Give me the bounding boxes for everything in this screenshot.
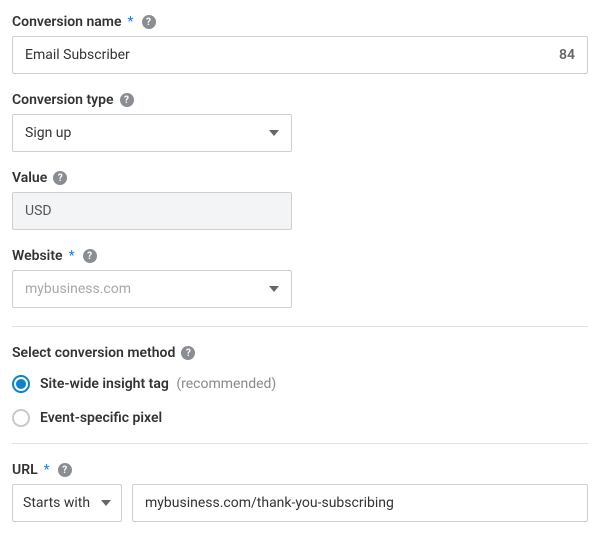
conversion-type-label-row: Conversion type ?: [12, 92, 588, 108]
help-icon[interactable]: ?: [53, 171, 67, 185]
conversion-type-field: Conversion type ? Sign up: [12, 92, 588, 152]
conversion-name-field: Conversion name * ? 84: [12, 14, 588, 74]
radio-icon: [12, 375, 30, 393]
url-input-row: Starts with: [12, 484, 588, 522]
conversion-name-label: Conversion name: [12, 14, 121, 30]
conversion-name-char-count: 84: [559, 47, 575, 63]
chevron-down-icon: [269, 286, 279, 292]
conversion-type-select[interactable]: Sign up: [12, 114, 292, 152]
conversion-type-label: Conversion type: [12, 92, 114, 108]
radio-label: Site-wide insight tag: [40, 376, 169, 392]
value-field: Value ? USD: [12, 170, 588, 230]
chevron-down-icon: [269, 130, 279, 136]
url-input[interactable]: [132, 484, 588, 522]
radio-icon: [12, 409, 30, 427]
conversion-name-label-row: Conversion name * ?: [12, 14, 588, 30]
value-label: Value: [12, 170, 47, 186]
website-field: Website * ? mybusiness.com: [12, 248, 588, 308]
url-label: URL: [12, 462, 38, 478]
required-marker: *: [125, 14, 135, 30]
radio-event-specific-pixel[interactable]: Event-specific pixel: [12, 409, 588, 427]
help-icon[interactable]: ?: [142, 15, 156, 29]
required-marker: *: [42, 462, 52, 478]
conversion-method-label: Select conversion method: [12, 345, 175, 361]
conversion-method-label-row: Select conversion method ?: [12, 345, 588, 361]
help-icon[interactable]: ?: [181, 346, 195, 360]
website-label: Website: [12, 248, 63, 264]
radio-sitewide-insight-tag[interactable]: Site-wide insight tag (recommended): [12, 375, 588, 393]
radio-suffix: (recommended): [172, 376, 276, 392]
help-icon[interactable]: ?: [120, 93, 134, 107]
radio-label: Event-specific pixel: [40, 410, 162, 426]
value-input-wrap[interactable]: USD: [12, 192, 292, 230]
chevron-down-icon: [101, 500, 111, 506]
divider: [12, 443, 588, 444]
url-operator-select[interactable]: Starts with: [12, 484, 122, 522]
conversion-type-value: Sign up: [25, 125, 71, 141]
url-operator-value: Starts with: [23, 495, 90, 511]
conversion-name-input[interactable]: [25, 47, 575, 63]
help-icon[interactable]: ?: [83, 249, 97, 263]
divider: [12, 326, 588, 327]
url-label-row: URL * ?: [12, 462, 588, 478]
value-input-text: USD: [25, 203, 52, 219]
conversion-name-input-wrap[interactable]: 84: [12, 36, 588, 74]
help-icon[interactable]: ?: [58, 463, 72, 477]
required-marker: *: [67, 248, 77, 264]
website-placeholder: mybusiness.com: [25, 281, 131, 297]
website-select[interactable]: mybusiness.com: [12, 270, 292, 308]
website-label-row: Website * ?: [12, 248, 588, 264]
value-label-row: Value ?: [12, 170, 588, 186]
